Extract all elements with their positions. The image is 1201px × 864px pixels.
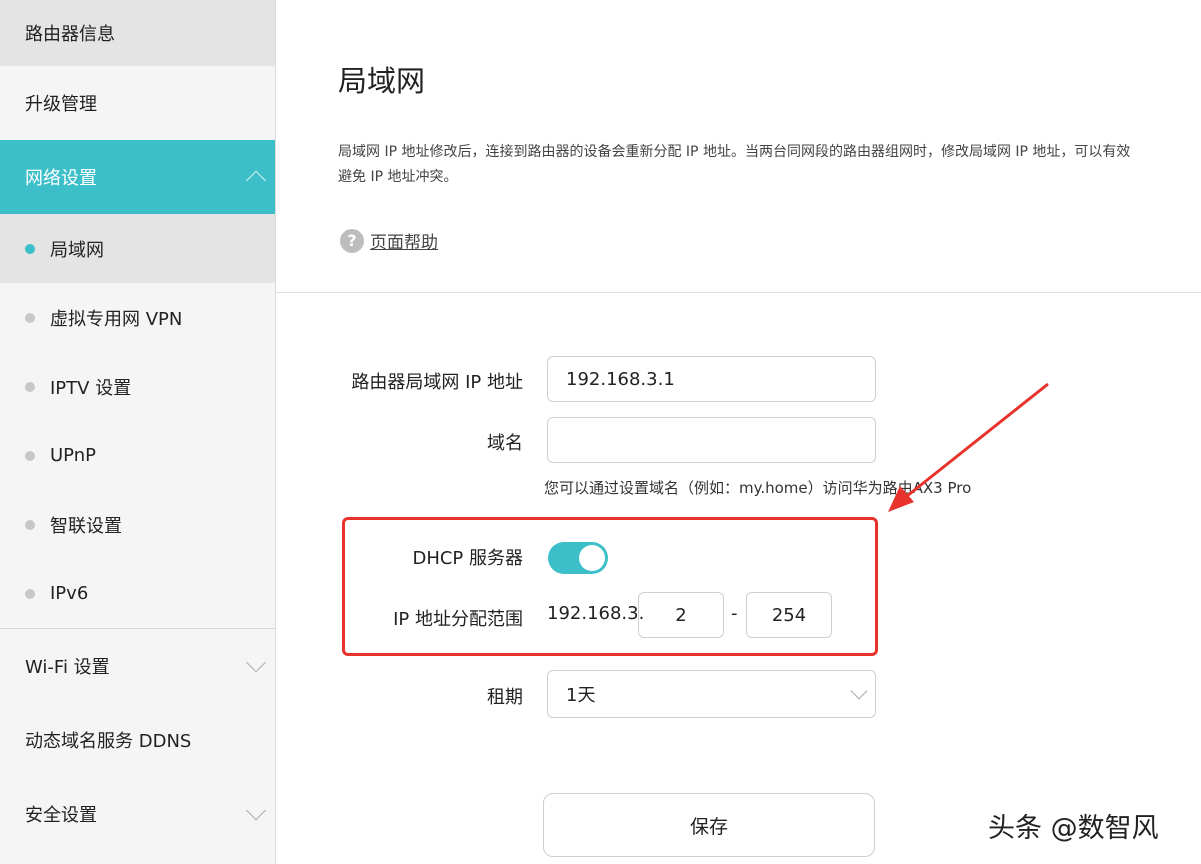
bullet-dot-icon: [25, 243, 35, 254]
bullet-dot-icon: [25, 312, 35, 323]
sidebar-subitem-label: IPTV 设置: [50, 377, 132, 399]
sidebar-subitem-smart-link[interactable]: 智联设置: [0, 490, 275, 559]
sidebar-subitem-label: 智联设置: [50, 515, 122, 537]
bullet-dot-icon: [25, 381, 35, 392]
sidebar-subitem-iptv[interactable]: IPTV 设置: [0, 352, 275, 421]
sidebar-item-label: 网络设置: [25, 168, 97, 189]
chevron-down-icon: [246, 652, 266, 673]
sidebar-item-wifi[interactable]: Wi-Fi 设置: [0, 629, 275, 703]
sidebar-subitem-upnp[interactable]: UPnP: [0, 421, 275, 490]
sidebar-subitem-label: IPv6: [50, 583, 89, 604]
sidebar-item-label: Wi-Fi 设置: [25, 657, 110, 678]
watermark: 头条 @数智风: [988, 813, 1159, 844]
sidebar-item-router-info[interactable]: 路由器信息: [0, 0, 275, 66]
sidebar-subitem-label: UPnP: [50, 445, 96, 466]
sidebar-subitem-ipv6[interactable]: IPv6: [0, 559, 275, 628]
chevron-up-icon: [246, 170, 266, 191]
sidebar-subitem-label: 局域网: [50, 239, 104, 261]
annotation-arrow-icon: [888, 382, 1049, 512]
sidebar-subitem-label: 虚拟专用网 VPN: [50, 308, 183, 330]
sidebar-subitem-lan[interactable]: 局域网: [0, 214, 275, 283]
sidebar-item-label: 升级管理: [25, 94, 97, 115]
sidebar: 路由器信息 升级管理 网络设置 局域网 虚拟专用网 VPN IPTV 设置 UP…: [0, 0, 276, 864]
chevron-down-icon: [246, 800, 266, 821]
sidebar-item-label: 安全设置: [25, 805, 97, 826]
bullet-dot-icon: [25, 450, 35, 461]
sidebar-item-label: 路由器信息: [25, 24, 115, 45]
sidebar-item-label: 动态域名服务 DDNS: [25, 731, 192, 752]
sidebar-item-ddns[interactable]: 动态域名服务 DDNS: [0, 703, 275, 777]
sidebar-item-network-settings[interactable]: 网络设置: [0, 140, 275, 214]
bullet-dot-icon: [25, 519, 35, 530]
bullet-dot-icon: [25, 588, 35, 599]
sidebar-item-upgrade[interactable]: 升级管理: [0, 66, 275, 140]
sidebar-item-security[interactable]: 安全设置: [0, 777, 275, 851]
sidebar-subitem-vpn[interactable]: 虚拟专用网 VPN: [0, 283, 275, 352]
main-content: 局域网 局域网 IP 地址修改后，连接到路由器的设备会重新分配 IP 地址。当两…: [276, 0, 1201, 864]
